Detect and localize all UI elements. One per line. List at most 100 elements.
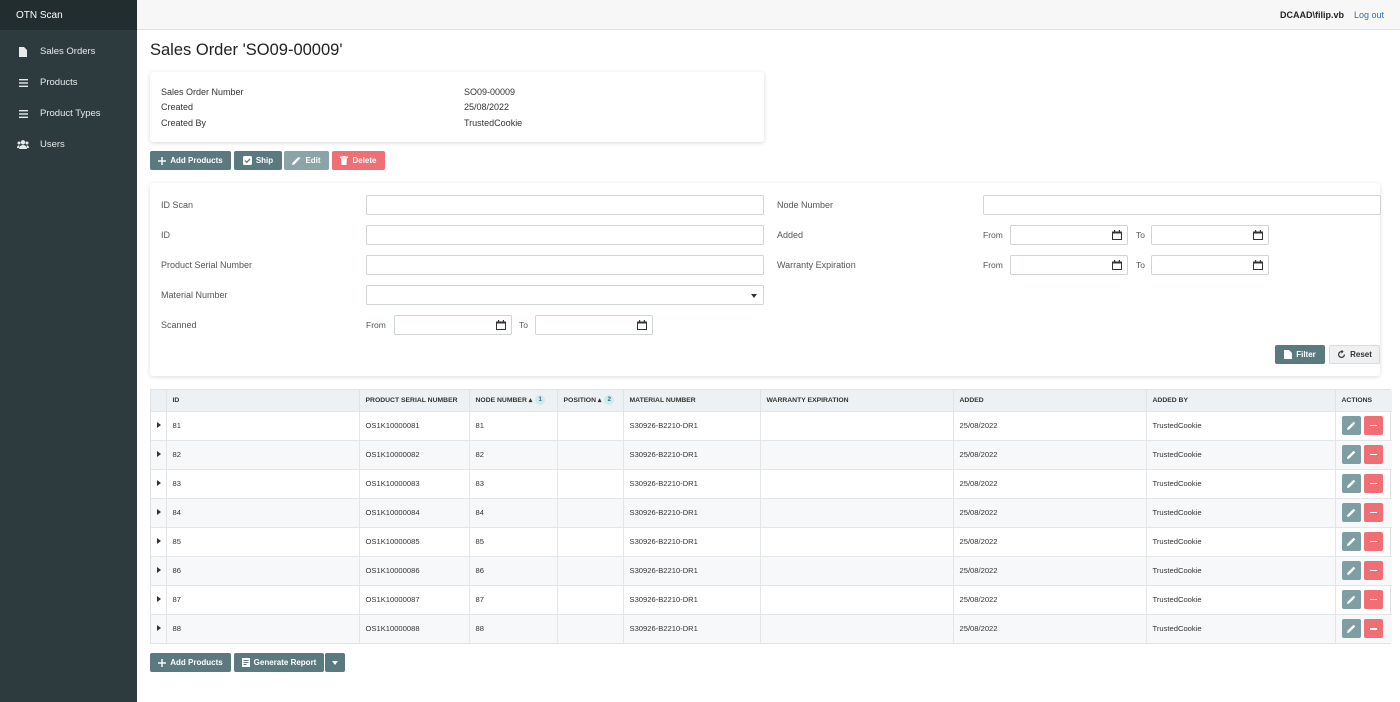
column-header-product-serial-number[interactable]: PRODUCT SERIAL NUMBER — [359, 390, 470, 411]
row-edit-button[interactable] — [1341, 532, 1361, 551]
generate-report-dropdown-button[interactable] — [325, 653, 345, 672]
scanned-from-date-input[interactable] — [394, 315, 512, 335]
column-header-id[interactable]: ID — [166, 390, 360, 411]
expand-toggle[interactable] — [151, 526, 167, 556]
cell-material-number: S30926-B2210-DR1 — [623, 613, 761, 643]
added-from-date-input[interactable] — [1010, 225, 1128, 245]
generate-report-label: Generate Report — [253, 658, 317, 667]
minus-icon — [1369, 628, 1377, 630]
cell-product-serial-number: OS1K10000084 — [359, 497, 470, 527]
cell-material-number: S30926-B2210-DR1 — [623, 497, 761, 527]
cell-position — [557, 439, 624, 469]
added-to-date-input[interactable] — [1151, 225, 1269, 245]
warranty-from-date-input[interactable] — [1010, 255, 1128, 275]
column-header-warranty-expiration[interactable]: WARRANTY EXPIRATION — [760, 390, 954, 411]
cell-position — [557, 410, 624, 440]
pencil-icon — [1346, 479, 1355, 488]
expand-toggle[interactable] — [151, 439, 167, 469]
cell-node-number: 83 — [469, 468, 558, 498]
delete-button[interactable]: Delete — [332, 151, 385, 170]
edit-label: Edit — [305, 156, 321, 165]
row-remove-button[interactable] — [1363, 590, 1383, 609]
row-remove-button[interactable] — [1363, 619, 1383, 639]
sidebar-item-products[interactable]: Products — [0, 67, 137, 98]
cell-id: 83 — [166, 468, 360, 498]
calendar-icon — [1253, 230, 1263, 240]
expand-toggle[interactable] — [151, 468, 167, 498]
product-serial-number-input[interactable] — [366, 255, 764, 275]
reset-button[interactable]: Reset — [1329, 345, 1380, 364]
material-number-select[interactable] — [366, 285, 764, 305]
row-remove-button[interactable] — [1363, 445, 1383, 464]
row-remove-button[interactable] — [1363, 416, 1383, 435]
sidebar-item-product-types[interactable]: Product Types — [0, 98, 137, 129]
cell-added-by: TrustedCookie — [1146, 439, 1336, 469]
cell-warranty-expiration — [760, 497, 954, 527]
pencil-icon — [1346, 421, 1355, 430]
caret-right-icon — [157, 596, 161, 602]
warranty-to-date-input[interactable] — [1151, 255, 1269, 275]
column-header-added-by[interactable]: ADDED BY — [1146, 390, 1336, 411]
row-edit-button[interactable] — [1341, 590, 1361, 609]
edit-button[interactable]: Edit — [284, 151, 329, 170]
id-input[interactable] — [366, 225, 764, 245]
pencil-icon — [1346, 595, 1355, 604]
expand-toggle[interactable] — [151, 410, 167, 440]
cell-material-number: S30926-B2210-DR1 — [623, 410, 761, 440]
list-icon — [16, 78, 30, 87]
row-edit-button[interactable] — [1341, 619, 1361, 639]
scanned-to-date-input[interactable] — [535, 315, 653, 335]
caret-right-icon — [157, 480, 161, 486]
logout-link[interactable]: Log out — [1354, 10, 1384, 20]
cell-product-serial-number: OS1K10000081 — [359, 410, 470, 440]
cell-actions — [1335, 555, 1392, 585]
expand-toggle[interactable] — [151, 613, 167, 643]
table-row: 81 OS1K10000081 81 S30926-B2210-DR1 25/08/20… — [151, 410, 1392, 440]
row-remove-button[interactable] — [1363, 474, 1383, 493]
row-edit-button[interactable] — [1341, 561, 1361, 580]
cell-added-by: TrustedCookie — [1146, 584, 1336, 614]
row-edit-button[interactable] — [1341, 445, 1361, 464]
row-remove-button[interactable] — [1363, 503, 1383, 522]
cell-warranty-expiration — [760, 555, 954, 585]
row-remove-button[interactable] — [1363, 532, 1383, 551]
sort-asc-icon: ▴ — [597, 397, 602, 405]
row-remove-button[interactable] — [1363, 561, 1383, 580]
plus-icon — [158, 658, 167, 667]
plus-icon — [158, 156, 167, 165]
table-row: 83 OS1K10000083 83 S30926-B2210-DR1 25/08/20… — [151, 468, 1392, 498]
refresh-icon — [1338, 350, 1346, 358]
scanned-from-label: From — [366, 320, 386, 330]
footer-add-products-button[interactable]: Add Products — [150, 653, 231, 672]
app-brand[interactable]: OTN Scan — [0, 0, 137, 30]
add-products-button[interactable]: Add Products — [150, 151, 231, 170]
column-header-position[interactable]: POSITION ▴ 2 — [557, 390, 624, 411]
cell-actions — [1335, 497, 1392, 527]
sort-asc-icon: ▴ — [528, 397, 533, 405]
ship-button[interactable]: Ship — [234, 151, 282, 170]
column-header-material-number[interactable]: MATERIAL NUMBER — [623, 390, 761, 411]
cell-warranty-expiration — [760, 439, 954, 469]
sidebar-item-users[interactable]: Users — [0, 129, 137, 160]
sidebar-item-sales-orders[interactable]: Sales Orders — [0, 36, 137, 67]
generate-report-button[interactable]: Generate Report — [234, 653, 324, 672]
row-edit-button[interactable] — [1341, 474, 1361, 493]
row-edit-button[interactable] — [1341, 503, 1361, 522]
column-header-added[interactable]: ADDED — [953, 390, 1147, 411]
cell-added-by: TrustedCookie — [1146, 410, 1336, 440]
cell-id: 88 — [166, 613, 360, 643]
node-number-input[interactable] — [983, 195, 1381, 215]
id-scan-input[interactable] — [366, 195, 764, 215]
expand-toggle[interactable] — [151, 584, 167, 614]
cell-position — [557, 613, 624, 643]
column-header-node-number[interactable]: NODE NUMBER ▴ 1 — [469, 390, 558, 411]
cell-position — [557, 584, 624, 614]
minus-icon — [1369, 511, 1377, 514]
filter-button[interactable]: Filter — [1275, 345, 1325, 364]
expand-toggle[interactable] — [151, 497, 167, 527]
pencil-icon — [1346, 566, 1355, 575]
row-edit-button[interactable] — [1341, 416, 1361, 435]
expand-toggle[interactable] — [151, 555, 167, 585]
cell-added: 25/08/2022 — [953, 468, 1147, 498]
cell-actions — [1335, 439, 1392, 469]
